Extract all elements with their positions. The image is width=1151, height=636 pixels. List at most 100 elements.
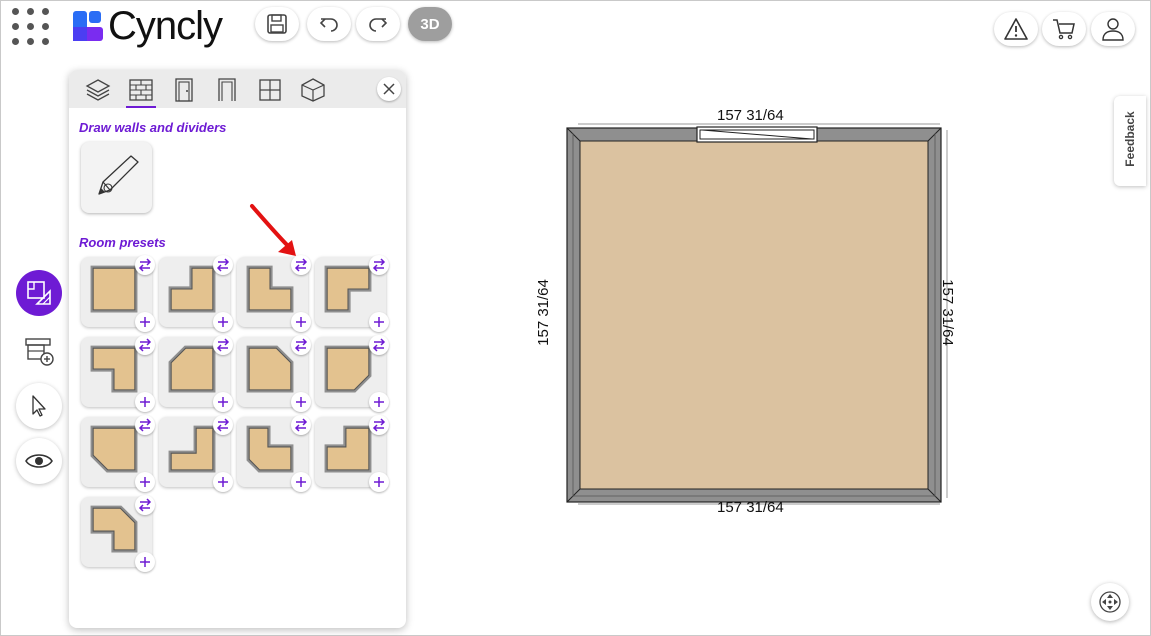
swap-arrows-icon xyxy=(138,258,152,272)
cube-icon xyxy=(301,78,325,102)
swap-preset-button[interactable] xyxy=(213,415,233,435)
add-preset-button[interactable] xyxy=(213,312,233,332)
swap-arrows-icon xyxy=(372,338,386,352)
room-shape-icon xyxy=(168,265,216,313)
account-button[interactable] xyxy=(1091,12,1135,46)
add-preset-button[interactable] xyxy=(369,472,389,492)
room-preset-tile[interactable] xyxy=(159,255,233,332)
brick-wall-icon xyxy=(129,79,153,101)
tab-objects[interactable] xyxy=(296,74,330,106)
close-panel-button[interactable] xyxy=(377,77,401,101)
add-preset-button[interactable] xyxy=(369,392,389,412)
save-button[interactable] xyxy=(255,7,299,41)
swap-preset-button[interactable] xyxy=(135,415,155,435)
warning-button[interactable] xyxy=(994,12,1038,46)
swap-arrows-icon xyxy=(216,338,230,352)
left-wall-dimension: 157 31/64 xyxy=(534,279,552,346)
add-preset-button[interactable] xyxy=(369,312,389,332)
swap-preset-button[interactable] xyxy=(135,335,155,355)
visibility-tool[interactable] xyxy=(16,438,62,484)
room-preset-tile[interactable] xyxy=(159,415,233,492)
room-preset-tile[interactable] xyxy=(81,495,155,572)
view-3d-button[interactable]: 3D xyxy=(408,7,452,41)
annotation-arrow-icon xyxy=(250,204,296,256)
pan-navigation-button[interactable] xyxy=(1091,583,1129,621)
tab-layers[interactable] xyxy=(81,74,115,106)
room-preset-tile[interactable] xyxy=(81,415,155,492)
swap-arrows-icon xyxy=(294,418,308,432)
room-shape-icon xyxy=(246,345,294,393)
room-floor[interactable] xyxy=(579,140,929,490)
add-preset-button[interactable] xyxy=(213,472,233,492)
room-preset-tile[interactable] xyxy=(159,335,233,412)
redo-icon xyxy=(369,18,388,32)
undo-button[interactable] xyxy=(307,7,351,41)
room-preset-tile[interactable] xyxy=(237,335,311,412)
room-shape-icon xyxy=(324,265,372,313)
window-icon xyxy=(259,79,281,101)
add-preset-button[interactable] xyxy=(291,472,311,492)
add-preset-button[interactable] xyxy=(135,392,155,412)
draw-walls-button[interactable] xyxy=(81,142,152,213)
swap-preset-button[interactable] xyxy=(135,495,155,515)
room-preset-tile[interactable] xyxy=(81,335,155,412)
add-preset-button[interactable] xyxy=(135,472,155,492)
add-preset-button[interactable] xyxy=(213,392,233,412)
room-preset-tile[interactable] xyxy=(315,335,389,412)
feedback-tab[interactable]: Feedback xyxy=(1114,96,1146,186)
warning-icon xyxy=(1004,18,1028,40)
panel-tab-bar xyxy=(69,70,406,108)
add-furniture-tool[interactable] xyxy=(16,327,62,373)
plus-icon xyxy=(140,557,150,567)
plus-icon xyxy=(374,317,384,327)
top-wall-window[interactable] xyxy=(696,126,818,143)
add-preset-button[interactable] xyxy=(291,392,311,412)
room-preset-tile[interactable] xyxy=(315,415,389,492)
save-icon xyxy=(267,14,287,34)
tab-doors[interactable] xyxy=(167,74,201,106)
select-tool[interactable] xyxy=(16,383,62,429)
bottom-wall-dimension: 157 31/64 xyxy=(717,499,784,516)
swap-preset-button[interactable] xyxy=(369,335,389,355)
room-planner-tool[interactable] xyxy=(16,270,62,316)
swap-preset-button[interactable] xyxy=(213,335,233,355)
room-shape-icon xyxy=(168,425,216,473)
tab-walls[interactable] xyxy=(124,74,158,108)
plus-icon xyxy=(374,397,384,407)
add-preset-button[interactable] xyxy=(135,312,155,332)
room-preset-tile[interactable] xyxy=(81,255,155,332)
swap-preset-button[interactable] xyxy=(369,415,389,435)
plus-icon xyxy=(296,477,306,487)
swap-arrows-icon xyxy=(294,338,308,352)
room-preset-tile[interactable] xyxy=(237,415,311,492)
floor-plan-canvas[interactable] xyxy=(545,100,975,520)
room-presets-heading: Room presets xyxy=(79,235,166,250)
redo-button[interactable] xyxy=(356,7,400,41)
eye-icon xyxy=(25,454,53,468)
swap-arrows-icon xyxy=(138,498,152,512)
room-shape-icon xyxy=(246,265,294,313)
add-preset-button[interactable] xyxy=(291,312,311,332)
room-shape-icon xyxy=(246,425,294,473)
room-shape-icon xyxy=(324,425,372,473)
cabinet-add-icon xyxy=(25,338,54,366)
swap-arrows-icon xyxy=(138,338,152,352)
swap-preset-button[interactable] xyxy=(135,255,155,275)
cart-button[interactable] xyxy=(1042,12,1086,46)
draw-walls-heading: Draw walls and dividers xyxy=(79,120,227,135)
apps-grid-icon[interactable] xyxy=(12,8,50,46)
add-preset-button[interactable] xyxy=(135,552,155,572)
plus-icon xyxy=(140,477,150,487)
swap-preset-button[interactable] xyxy=(291,415,311,435)
swap-preset-button[interactable] xyxy=(369,255,389,275)
swap-arrows-icon xyxy=(216,258,230,272)
cart-icon xyxy=(1053,19,1075,40)
room-shape-icon xyxy=(90,505,138,553)
tab-openings[interactable] xyxy=(210,74,244,106)
tab-windows[interactable] xyxy=(253,74,287,106)
brand-logo: Cyncly xyxy=(72,6,223,46)
room-preset-tile[interactable] xyxy=(315,255,389,332)
swap-preset-button[interactable] xyxy=(291,335,311,355)
plus-icon xyxy=(218,477,228,487)
swap-preset-button[interactable] xyxy=(213,255,233,275)
